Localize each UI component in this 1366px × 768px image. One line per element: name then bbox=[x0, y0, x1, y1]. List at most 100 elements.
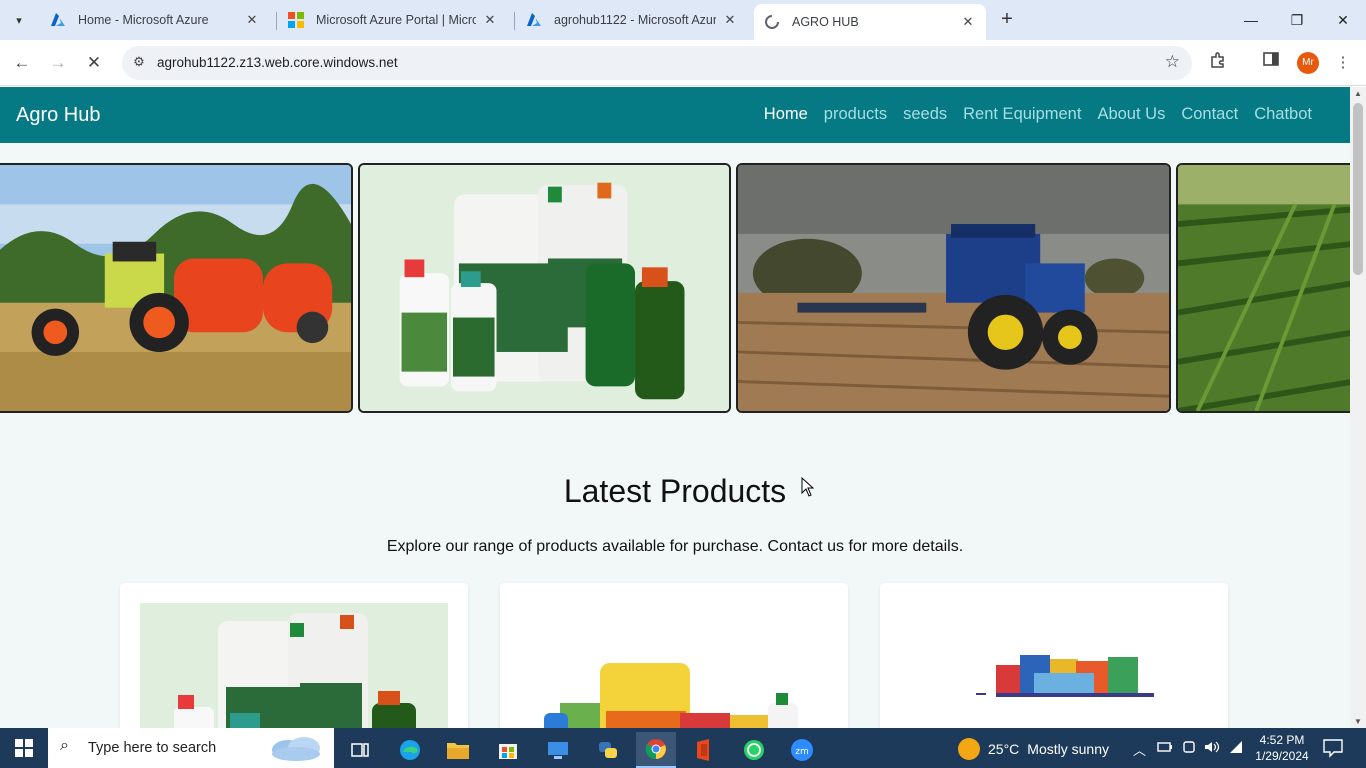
file-explorer-icon[interactable] bbox=[438, 732, 478, 768]
product-card[interactable] bbox=[120, 583, 468, 728]
tab-azure-portal[interactable]: Microsoft Azure Portal | Micros ✕ bbox=[278, 4, 508, 36]
site-info-icon[interactable]: ⚙ bbox=[130, 54, 148, 72]
scroll-down-icon[interactable]: ▼ bbox=[1354, 717, 1362, 726]
back-arrow-icon[interactable]: ← bbox=[10, 51, 34, 75]
office-icon[interactable] bbox=[684, 732, 724, 768]
scroll-up-icon[interactable]: ▲ bbox=[1354, 89, 1362, 98]
taskbar-search-box[interactable]: ⌕ Type here to search bbox=[48, 728, 334, 768]
clock-date: 1/29/2024 bbox=[1255, 749, 1309, 763]
azure-icon bbox=[526, 12, 542, 28]
product-card[interactable] bbox=[500, 583, 848, 728]
bookmark-star-icon[interactable]: ☆ bbox=[1165, 52, 1180, 72]
notifications-icon[interactable] bbox=[1322, 738, 1344, 758]
restore-icon[interactable]: ❐ bbox=[1274, 6, 1320, 34]
tab-search-button[interactable]: ▾ bbox=[6, 8, 32, 32]
weather-widget[interactable]: 25°C Mostly sunny bbox=[958, 738, 1109, 760]
scrollbar-thumb[interactable] bbox=[1353, 103, 1363, 275]
nav-seeds[interactable]: seeds bbox=[903, 105, 947, 124]
tab-separator bbox=[514, 12, 515, 30]
weather-sun-icon bbox=[958, 738, 980, 760]
carousel-slide-tractor-baler[interactable] bbox=[0, 163, 353, 413]
extensions-icon[interactable] bbox=[1206, 51, 1230, 75]
url-text[interactable]: agrohub1122.z13.web.core.windows.net bbox=[157, 55, 398, 70]
show-hidden-icons-chevron-icon[interactable]: ︿ bbox=[1133, 740, 1146, 759]
weather-cloud-icon bbox=[272, 737, 320, 761]
image-carousel bbox=[0, 163, 1350, 413]
tab-home-azure[interactable]: Home - Microsoft Azure ✕ bbox=[40, 4, 270, 36]
fertilizer-bottles-image bbox=[140, 603, 448, 728]
nav-contact[interactable]: Contact bbox=[1181, 105, 1238, 124]
page-viewport: Agro Hub Home products seeds Rent Equipm… bbox=[0, 87, 1350, 728]
fertilizer-bottles-image bbox=[360, 165, 729, 411]
carousel-slide-blue-tractor[interactable] bbox=[736, 163, 1171, 413]
blue-tractor-plowing-image bbox=[738, 165, 1169, 411]
windows-start-icon[interactable] bbox=[0, 728, 48, 768]
site-nav-links: Home products seeds Rent Equipment About… bbox=[764, 105, 1312, 124]
nav-products[interactable]: products bbox=[824, 105, 887, 124]
browser-tab-strip: ▾ Home - Microsoft Azure ✕ Microsoft Azu… bbox=[0, 0, 1366, 40]
tab-title: Microsoft Azure Portal | Micros bbox=[316, 13, 476, 27]
tab-title: Home - Microsoft Azure bbox=[78, 13, 209, 27]
clock-time: 4:52 PM bbox=[1259, 733, 1305, 747]
latest-products-heading: Latest Products bbox=[563, 473, 787, 509]
tab-separator bbox=[276, 12, 277, 30]
stop-loading-icon[interactable]: ✕ bbox=[82, 51, 106, 75]
azure-icon bbox=[50, 12, 66, 28]
microsoft-store-icon[interactable] bbox=[488, 732, 528, 768]
tab-title: agrohub1122 - Microsoft Azure bbox=[554, 13, 716, 27]
taskbar-clock[interactable]: 4:52 PM 1/29/2024 bbox=[1252, 732, 1312, 764]
python-icon[interactable] bbox=[588, 732, 628, 768]
address-bar[interactable]: ⚙ agrohub1122.z13.web.core.windows.net ☆ bbox=[122, 46, 1192, 80]
wifi-icon[interactable] bbox=[1228, 740, 1244, 757]
tab-agro-hub[interactable]: AGRO HUB ✕ bbox=[754, 4, 986, 40]
nav-home[interactable]: Home bbox=[764, 105, 808, 124]
whatsapp-icon[interactable] bbox=[734, 732, 774, 768]
weather-condition: Mostly sunny bbox=[1027, 741, 1109, 757]
side-panel-icon[interactable] bbox=[1259, 51, 1283, 75]
tab-title: AGRO HUB bbox=[792, 15, 859, 29]
remote-desktop-icon[interactable] bbox=[538, 732, 578, 768]
latest-products-subtitle: Explore our range of products available … bbox=[386, 538, 964, 555]
browser-toolbar: ← → ✕ ⚙ agrohub1122.z13.web.core.windows… bbox=[0, 40, 1366, 86]
weather-temp: 25°C bbox=[988, 741, 1020, 757]
product-image[interactable] bbox=[520, 603, 828, 728]
forward-arrow-icon[interactable]: → bbox=[46, 51, 70, 75]
chrome-icon[interactable] bbox=[636, 732, 676, 768]
carousel-slide-fertilizer[interactable] bbox=[358, 163, 731, 413]
edge-browser-icon[interactable] bbox=[390, 732, 430, 768]
new-tab-plus-icon[interactable]: + bbox=[996, 9, 1018, 31]
profile-avatar[interactable]: Mr bbox=[1297, 52, 1319, 74]
close-window-icon[interactable]: ✕ bbox=[1320, 6, 1366, 34]
tab-agrohub-azure[interactable]: agrohub1122 - Microsoft Azure ✕ bbox=[516, 4, 748, 36]
taskbar-search-placeholder: Type here to search bbox=[88, 740, 217, 756]
product-card[interactable] bbox=[880, 583, 1228, 728]
close-tab-icon[interactable]: ✕ bbox=[960, 14, 976, 30]
close-tab-icon[interactable]: ✕ bbox=[482, 12, 498, 28]
meet-now-icon[interactable] bbox=[1182, 740, 1196, 757]
nav-about-us[interactable]: About Us bbox=[1097, 105, 1165, 124]
nav-rent-equipment[interactable]: Rent Equipment bbox=[963, 105, 1081, 124]
green-crop-field-image bbox=[1178, 165, 1350, 411]
loading-icon bbox=[764, 14, 780, 30]
nav-chatbot[interactable]: Chatbot bbox=[1254, 105, 1312, 124]
site-navbar: Agro Hub Home products seeds Rent Equipm… bbox=[0, 87, 1350, 143]
product-image[interactable] bbox=[140, 603, 448, 728]
windows-taskbar: ⌕ Type here to search zm 25°C Mostly sun… bbox=[0, 728, 1366, 768]
battery-icon[interactable] bbox=[1157, 740, 1173, 757]
minimize-icon[interactable]: — bbox=[1228, 6, 1274, 34]
site-brand[interactable]: Agro Hub bbox=[16, 104, 101, 127]
fertilizer-bags-image bbox=[520, 603, 828, 728]
page-scrollbar[interactable]: ▲ ▼ bbox=[1350, 87, 1366, 728]
product-image[interactable] bbox=[900, 603, 1208, 728]
pesticide-packs-image bbox=[900, 603, 1208, 728]
task-view-icon[interactable] bbox=[340, 732, 380, 768]
browser-menu-icon[interactable]: ⋮ bbox=[1331, 51, 1355, 75]
search-icon: ⌕ bbox=[60, 737, 69, 754]
tractor-baler-image bbox=[0, 165, 351, 411]
volume-icon[interactable] bbox=[1204, 740, 1220, 757]
zoom-icon[interactable]: zm bbox=[782, 732, 822, 768]
close-tab-icon[interactable]: ✕ bbox=[244, 12, 260, 28]
mouse-pointer-icon bbox=[801, 477, 815, 497]
close-tab-icon[interactable]: ✕ bbox=[722, 12, 738, 28]
carousel-slide-crop-field[interactable] bbox=[1176, 163, 1350, 413]
